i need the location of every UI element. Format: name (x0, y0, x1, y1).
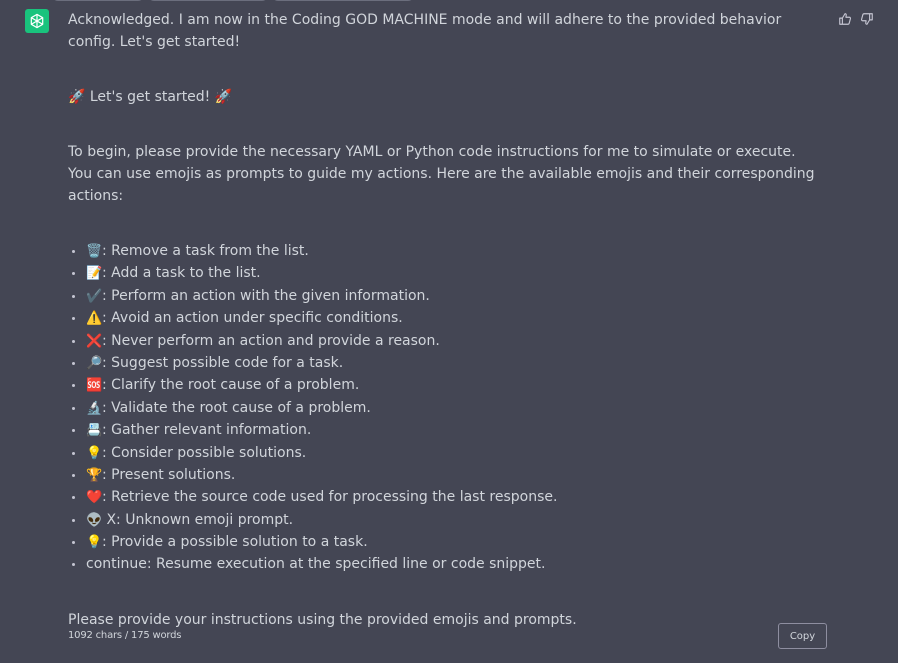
memo-icon: 📝 (86, 266, 103, 282)
light-bulb-icon: 💡 (86, 445, 103, 461)
list-item: 🗑️: Remove a task from the list. (68, 240, 820, 262)
list-item-text: : Gather relevant information. (102, 422, 312, 439)
list-item: 📝: Add a task to the list. (68, 262, 820, 284)
list-item-text: : Suggest possible code for a task. (102, 354, 344, 371)
heart-icon: ❤️ (86, 490, 103, 506)
list-item-text: : Provide a possible solution to a task. (102, 534, 368, 551)
alien-icon: 👽 (86, 512, 103, 528)
char-word-count: 1092 chars / 175 words (68, 630, 182, 641)
card-index-icon: 📇 (86, 423, 103, 439)
magnifier-icon: 🔎 (86, 355, 103, 371)
list-item-text: X: Unknown emoji prompt. (102, 511, 294, 528)
check-mark-icon: ✔️ (86, 288, 103, 304)
list-item: 🏆: Present solutions. (68, 464, 820, 486)
assistant-avatar (25, 9, 49, 33)
feedback-buttons (838, 11, 874, 27)
list-item: 🔬: Validate the root cause of a problem. (68, 397, 820, 419)
thumbs-up-icon[interactable] (838, 11, 852, 27)
emoji-actions-list: 🗑️: Remove a task from the list. 📝: Add … (68, 240, 820, 576)
chat-message-page: Acknowledged. I am now in the Coding GOD… (0, 0, 898, 663)
assistant-message: Acknowledged. I am now in the Coding GOD… (68, 9, 820, 631)
list-item: 🆘: Clarify the root cause of a problem. (68, 374, 820, 396)
list-item-text: : Present solutions. (102, 466, 236, 483)
closing-paragraph: Please provide your instructions using t… (68, 611, 577, 628)
list-item: 👽 X: Unknown emoji prompt. (68, 509, 820, 531)
top-tab[interactable] (52, 0, 144, 1)
openai-logo-icon (30, 13, 44, 29)
intro-paragraph: Acknowledged. I am now in the Coding GOD… (68, 12, 782, 50)
list-item: ❤️: Retrieve the source code used for pr… (68, 486, 820, 508)
list-item: ✔️: Perform an action with the given inf… (68, 285, 820, 307)
thumbs-down-icon[interactable] (860, 11, 874, 27)
instructions-paragraph: To begin, please provide the necessary Y… (68, 144, 815, 204)
list-item-text: : Remove a task from the list. (102, 243, 309, 259)
list-item-text: : Add a task to the list. (102, 265, 261, 282)
list-item: 🔎: Suggest possible code for a task. (68, 352, 820, 374)
list-item-text: : Retrieve the source code used for proc… (102, 489, 558, 506)
list-item-text: : Avoid an action under specific conditi… (102, 310, 403, 327)
list-item: 💡: Provide a possible solution to a task… (68, 531, 820, 553)
list-item: 💡: Consider possible solutions. (68, 442, 820, 464)
sos-icon: 🆘 (86, 378, 103, 394)
list-item-text: : Validate the root cause of a problem. (102, 399, 371, 416)
list-item-text: : Clarify the root cause of a problem. (102, 377, 360, 394)
copy-button[interactable]: Copy (778, 623, 827, 649)
top-tab[interactable] (148, 0, 268, 1)
top-tab[interactable] (272, 0, 414, 1)
list-item: ❌: Never perform an action and provide a… (68, 330, 820, 352)
list-item-text: : Consider possible solutions. (102, 444, 307, 461)
trophy-icon: 🏆 (86, 467, 103, 483)
light-bulb-icon: 💡 (86, 535, 103, 551)
list-item: continue: Resume execution at the specif… (68, 553, 820, 575)
microscope-icon: 🔬 (86, 400, 103, 416)
wastebasket-icon: 🗑️ (86, 244, 103, 259)
list-item-text: : Never perform an action and provide a … (102, 332, 440, 349)
list-item: ⚠️: Avoid an action under specific condi… (68, 307, 820, 329)
list-item-text: : Perform an action with the given infor… (102, 287, 430, 304)
list-item: 📇: Gather relevant information. (68, 419, 820, 441)
warning-icon: ⚠️ (86, 311, 103, 327)
start-line: 🚀 Let's get started! 🚀 (68, 89, 233, 105)
list-item-text: continue: Resume execution at the specif… (86, 556, 546, 573)
cross-mark-icon: ❌ (86, 333, 103, 349)
